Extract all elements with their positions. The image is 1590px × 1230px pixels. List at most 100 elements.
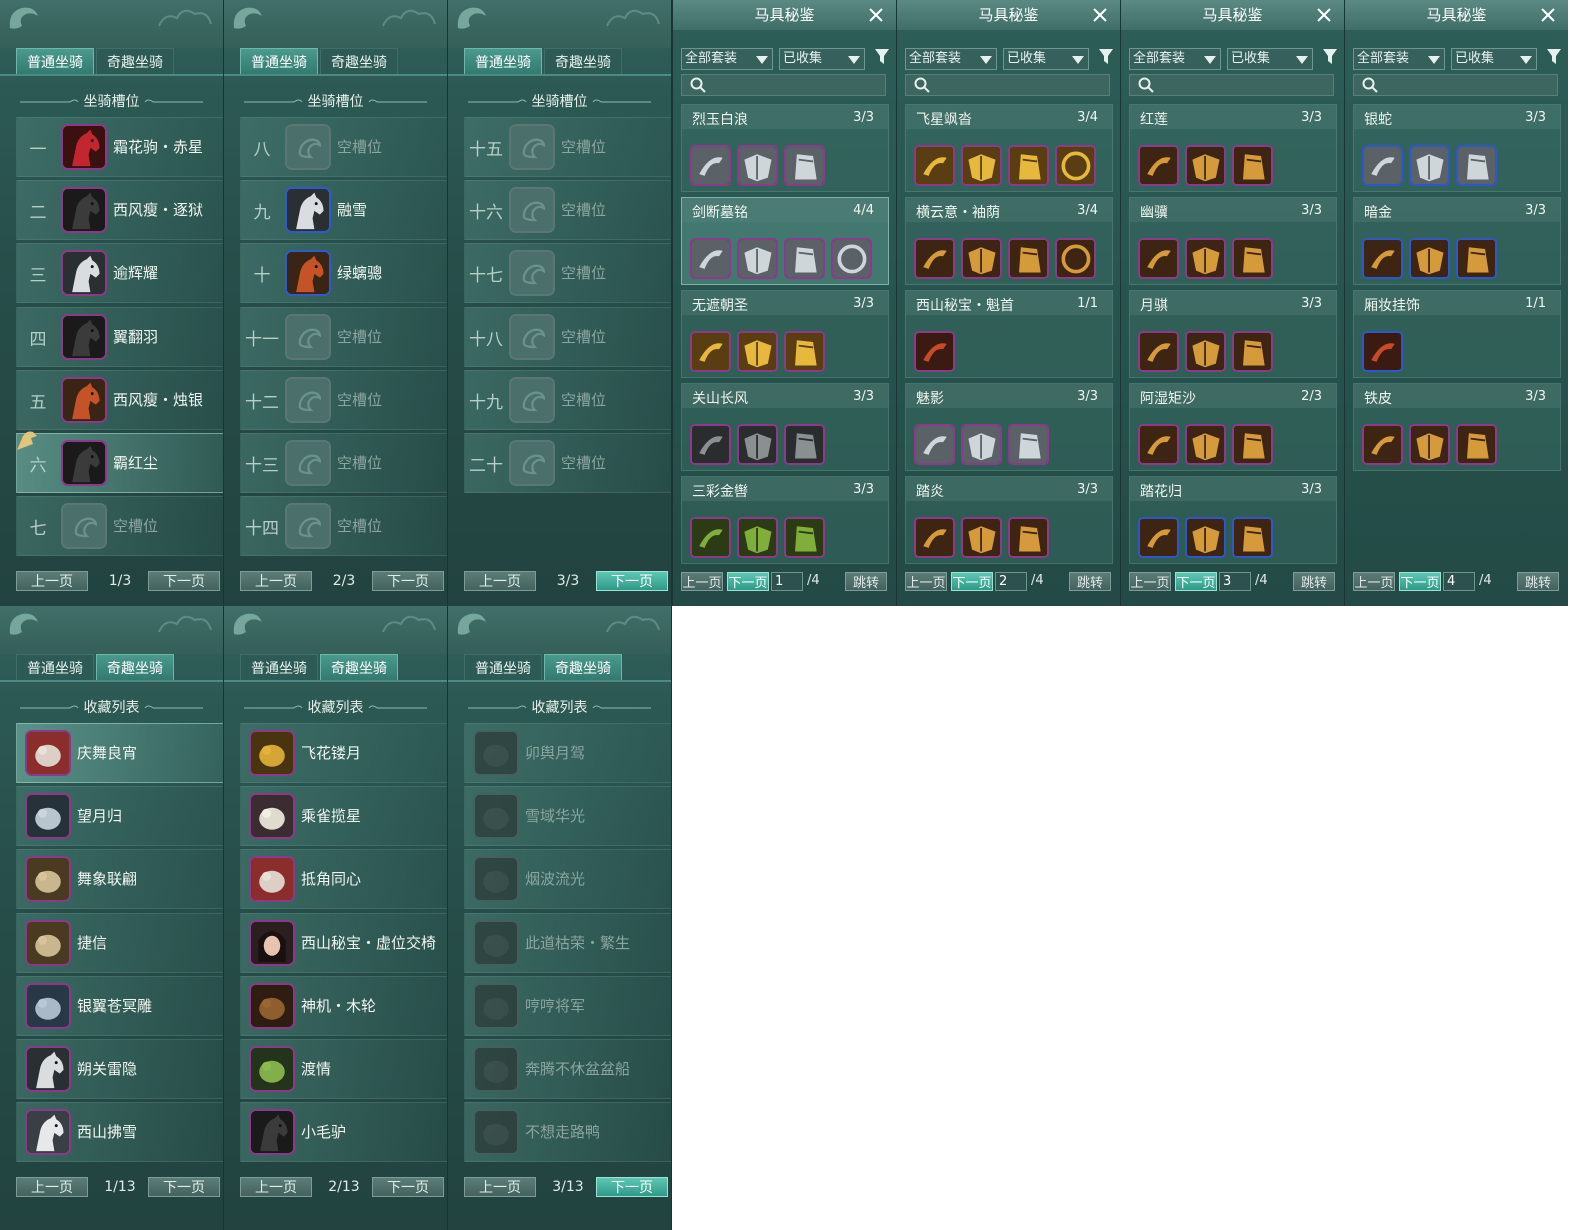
collected-filter-dropdown[interactable]: 已收集 xyxy=(1451,48,1537,70)
gear-piece-icon[interactable] xyxy=(1185,517,1226,558)
gear-piece-icon[interactable] xyxy=(1138,145,1179,186)
gear-piece-icon[interactable] xyxy=(1456,145,1497,186)
tab-fun-mounts[interactable]: 奇趣坐骑 xyxy=(320,654,398,681)
mount-slot-row[interactable]: 十四 空槽位 xyxy=(240,496,447,556)
tab-normal-mounts[interactable]: 普通坐骑 xyxy=(240,654,318,681)
gear-piece-icon[interactable] xyxy=(961,424,1002,465)
gear-piece-icon[interactable] xyxy=(1185,424,1226,465)
gear-piece-icon[interactable] xyxy=(690,424,731,465)
jump-button[interactable]: 跳转 xyxy=(1069,572,1111,591)
mount-slot-row[interactable]: 十七 空槽位 xyxy=(464,243,671,303)
mount-slot-row[interactable]: 六霸红尘 xyxy=(16,431,223,493)
mount-slot-row[interactable]: 二十 空槽位 xyxy=(464,433,671,493)
mount-slot-row[interactable]: 十六 空槽位 xyxy=(464,180,671,240)
gear-piece-icon[interactable] xyxy=(1456,424,1497,465)
next-page-button[interactable]: 下一页 xyxy=(1399,572,1441,591)
collection-row[interactable]: 望月归 xyxy=(16,786,223,846)
gear-piece-icon[interactable] xyxy=(1362,145,1403,186)
gear-piece-icon[interactable] xyxy=(1362,424,1403,465)
gear-piece-icon[interactable] xyxy=(1185,145,1226,186)
gear-piece-icon[interactable] xyxy=(914,517,955,558)
gear-piece-icon[interactable] xyxy=(1008,517,1049,558)
gear-piece-icon[interactable] xyxy=(1138,238,1179,279)
gear-piece-icon[interactable] xyxy=(690,331,731,372)
funnel-filter-icon[interactable] xyxy=(874,48,890,66)
tab-fun-mounts[interactable]: 奇趣坐骑 xyxy=(96,654,174,681)
prev-page-button[interactable]: 上一页 xyxy=(16,1177,88,1197)
close-icon[interactable] xyxy=(1314,5,1334,25)
gear-piece-icon[interactable] xyxy=(784,145,825,186)
jump-button[interactable]: 跳转 xyxy=(1517,572,1559,591)
gear-set-card[interactable]: 关山长风 3/3 xyxy=(681,383,889,471)
collection-row[interactable]: 烟波流光 xyxy=(464,849,671,909)
collection-row[interactable]: 奔腾不休盆盆船 xyxy=(464,1039,671,1099)
gear-piece-icon[interactable] xyxy=(1232,424,1273,465)
collected-filter-dropdown[interactable]: 已收集 xyxy=(1003,48,1089,70)
tab-normal-mounts[interactable]: 普通坐骑 xyxy=(464,654,542,681)
collection-row[interactable]: 捷信 xyxy=(16,913,223,973)
gear-set-card[interactable]: 暗金 3/3 xyxy=(1353,197,1561,285)
page-number-input[interactable]: 4 xyxy=(1443,572,1475,591)
collection-row[interactable]: 庆舞良宵 xyxy=(16,723,223,783)
close-icon[interactable] xyxy=(1538,5,1558,25)
gear-set-card[interactable]: 横云意・袖荫 3/4 xyxy=(905,197,1113,285)
gear-piece-icon[interactable] xyxy=(1055,145,1096,186)
next-page-button[interactable]: 下一页 xyxy=(596,571,668,591)
gear-set-card[interactable]: 西山秘宝・魁首 1/1 xyxy=(905,290,1113,378)
gear-piece-icon[interactable] xyxy=(914,424,955,465)
jump-button[interactable]: 跳转 xyxy=(1293,572,1335,591)
set-filter-dropdown[interactable]: 全部套装 xyxy=(1129,48,1221,70)
prev-page-button[interactable]: 上一页 xyxy=(464,1177,536,1197)
next-page-button[interactable]: 下一页 xyxy=(148,1177,220,1197)
collection-row[interactable]: 抵角同心 xyxy=(240,849,447,909)
prev-page-button[interactable]: 上一页 xyxy=(464,571,536,591)
gear-set-card[interactable]: 三彩金辔 3/3 xyxy=(681,476,889,564)
collected-filter-dropdown[interactable]: 已收集 xyxy=(779,48,865,70)
mount-slot-row[interactable]: 十八 空槽位 xyxy=(464,307,671,367)
search-input[interactable] xyxy=(1353,74,1558,96)
gear-piece-icon[interactable] xyxy=(1232,331,1273,372)
gear-set-card[interactable]: 幽骥 3/3 xyxy=(1129,197,1337,285)
next-page-button[interactable]: 下一页 xyxy=(1175,572,1217,591)
gear-piece-icon[interactable] xyxy=(784,238,825,279)
gear-piece-icon[interactable] xyxy=(1362,331,1403,372)
funnel-filter-icon[interactable] xyxy=(1322,48,1338,66)
prev-page-button[interactable]: 上一页 xyxy=(240,571,312,591)
collection-row[interactable]: 神机・木轮 xyxy=(240,976,447,1036)
gear-piece-icon[interactable] xyxy=(690,517,731,558)
gear-set-card[interactable]: 阿湿矩沙 2/3 xyxy=(1129,383,1337,471)
collection-row[interactable]: 哼哼将军 xyxy=(464,976,671,1036)
gear-set-card[interactable]: 魅影 3/3 xyxy=(905,383,1113,471)
gear-set-card[interactable]: 无遮朝圣 3/3 xyxy=(681,290,889,378)
mount-slot-row[interactable]: 十 绿螭骢 xyxy=(240,243,447,303)
gear-piece-icon[interactable] xyxy=(737,145,778,186)
gear-piece-icon[interactable] xyxy=(784,331,825,372)
collection-row[interactable]: 渡情 xyxy=(240,1039,447,1099)
search-input[interactable] xyxy=(681,74,886,96)
set-filter-dropdown[interactable]: 全部套装 xyxy=(1353,48,1445,70)
gear-set-card[interactable]: 踏花归 3/3 xyxy=(1129,476,1337,564)
gear-piece-icon[interactable] xyxy=(1008,424,1049,465)
gear-piece-icon[interactable] xyxy=(784,424,825,465)
gear-piece-icon[interactable] xyxy=(1232,145,1273,186)
collection-row[interactable]: 舞象联翩 xyxy=(16,849,223,909)
gear-piece-icon[interactable] xyxy=(690,145,731,186)
gear-piece-icon[interactable] xyxy=(1232,238,1273,279)
collection-row[interactable]: 小毛驴 xyxy=(240,1102,447,1162)
collection-row[interactable]: 雪域华光 xyxy=(464,786,671,846)
next-page-button[interactable]: 下一页 xyxy=(148,571,220,591)
prev-page-button[interactable]: 上一页 xyxy=(1353,572,1395,591)
collection-row[interactable]: 西山秘宝・虚位交椅 xyxy=(240,913,447,973)
next-page-button[interactable]: 下一页 xyxy=(951,572,993,591)
gear-set-card[interactable]: 红莲 3/3 xyxy=(1129,104,1337,192)
funnel-filter-icon[interactable] xyxy=(1098,48,1114,66)
search-input[interactable] xyxy=(905,74,1110,96)
gear-piece-icon[interactable] xyxy=(914,331,955,372)
prev-page-button[interactable]: 上一页 xyxy=(16,571,88,591)
mount-slot-row[interactable]: 二 西风瘦・逐狱 xyxy=(16,180,223,240)
mount-slot-row[interactable]: 十二 空槽位 xyxy=(240,370,447,430)
mount-slot-row[interactable]: 五 西风瘦・烛银 xyxy=(16,370,223,430)
gear-piece-icon[interactable] xyxy=(1138,331,1179,372)
gear-piece-icon[interactable] xyxy=(737,424,778,465)
collection-row[interactable]: 不想走路鸭 xyxy=(464,1102,671,1162)
